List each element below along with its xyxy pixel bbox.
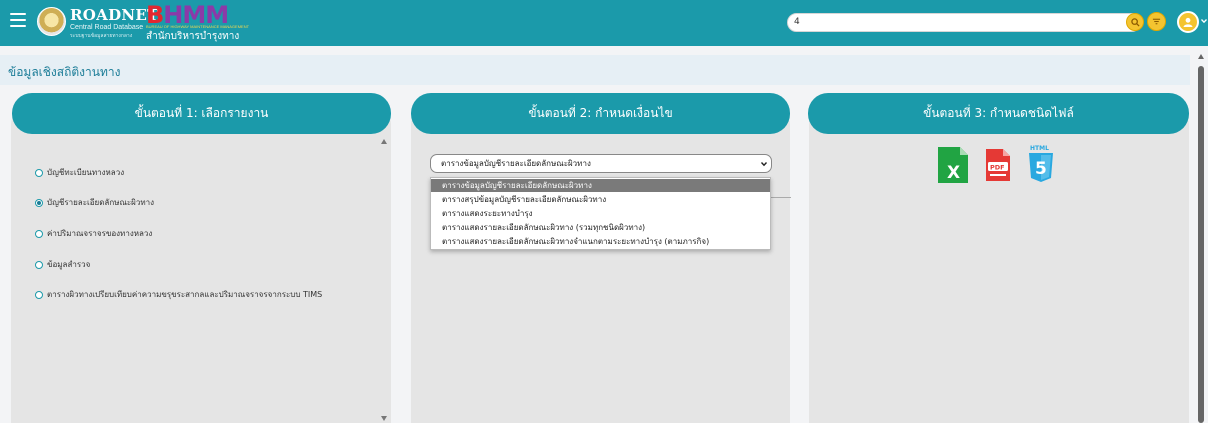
radio-button[interactable] [35,290,43,299]
filter-icon [1152,18,1161,25]
svg-text:PDF: PDF [990,164,1005,172]
dropdown-option[interactable]: ตารางข้อมูลบัญชีรายละเอียดลักษณะผิวทาง [431,179,770,192]
report-type-dropdown: ตารางข้อมูลบัญชีรายละเอียดลักษณะผิวทาง ต… [430,177,771,250]
page-header: ข้อมูลเชิงสถิติงานทาง [0,55,1190,85]
roadnet-subtitle: Central Road Database [70,24,144,31]
scrollbar-thumb[interactable] [1198,66,1204,423]
svg-text:X: X [947,163,960,183]
report-type-select[interactable]: ตารางข้อมูลบัญชีรายละเอียดลักษณะผิวทาง [430,154,772,173]
dropdown-option[interactable]: ตารางแสดงรายละเอียดลักษณะผิวทาง (รวมทุกช… [431,221,770,234]
radio-label: บัญชีทะเบียนทางหลวง [47,168,125,177]
dropdown-option[interactable]: ตารางสรุปข้อมูลบัญชีรายละเอียดลักษณะผิวท… [431,193,770,206]
scroll-up-arrow-icon[interactable] [1198,54,1204,59]
svg-text:5: 5 [1035,159,1047,179]
report-option-traffic-volume[interactable]: ค่าปริมาณจราจรของทางหลวง [35,227,152,240]
menu-icon[interactable] [10,13,26,27]
search-button[interactable] [1126,13,1144,31]
page-title: ข้อมูลเชิงสถิติงานทาง [8,65,121,79]
step1-header: ขั้นตอนที่ 1: เลือกรายงาน [12,93,391,134]
step2-header: ขั้นตอนที่ 2: กำหนดเงื่อนไข [411,93,790,134]
bhmm-logo-thai: สำนักบริหารบำรุงทาง [146,31,240,42]
radio-button-checked[interactable] [35,198,43,207]
user-icon [1183,17,1193,27]
pdf-file-icon: PDF [986,149,1010,181]
filter-button[interactable] [1147,12,1166,31]
radio-label: ค่าปริมาณจราจรของทางหลวง [47,229,153,238]
chevron-down-icon[interactable] [760,160,768,168]
search-icon [1130,17,1140,27]
radio-label: บัญชีรายละเอียดลักษณะผิวทาง [47,198,155,207]
excel-export-button[interactable]: X [936,145,970,189]
dropdown-option[interactable]: ตารางแสดงระยะทางบำรุง [431,207,770,220]
roadnet-subtitle-thai: ระบบฐานข้อมูลสายทางกลาง [70,33,133,39]
divider [771,197,791,198]
dropdown-option[interactable]: ตารางแสดงรายละเอียดลักษณะผิวทางจำแนกตามร… [431,235,770,248]
panel-scroll-up-icon[interactable] [381,139,387,144]
panel-scroll-down-icon[interactable] [381,416,387,421]
excel-file-icon: X [938,147,968,183]
search-input[interactable]: 4 [787,13,1141,32]
pdf-export-button[interactable]: PDF [983,147,1013,187]
html5-icon: HTML 5 [1029,145,1053,182]
radio-button[interactable] [35,260,43,269]
radio-button[interactable] [35,168,43,177]
page-scrollbar[interactable] [1195,52,1208,423]
report-option-surface-details[interactable]: บัญชีรายละเอียดลักษณะผิวทาง [35,196,154,209]
radio-label: ตารางผิวทางเปรียบเทียบค่าความขรุขระสากลแ… [47,290,323,299]
radio-label: ข้อมูลสำรวจ [47,260,91,269]
report-option-highway-registry[interactable]: บัญชีทะเบียนทางหลวง [35,166,124,179]
step3-header: ขั้นตอนที่ 3: กำหนดชนิดไฟล์ [808,93,1189,134]
report-option-tims-comparison[interactable]: ตารางผิวทางเปรียบเทียบค่าความขรุขระสากลแ… [35,288,322,301]
user-avatar[interactable] [1177,11,1199,33]
radio-button[interactable] [35,229,43,238]
department-seal-logo [37,7,66,36]
top-navbar: ROADNET Central Road Database ระบบฐานข้อ… [0,0,1208,46]
svg-text:HTML: HTML [1030,145,1049,152]
html-export-button[interactable]: HTML 5 [1023,144,1061,190]
chevron-down-icon[interactable] [1200,16,1208,26]
report-option-survey-data[interactable]: ข้อมูลสำรวจ [35,258,90,271]
